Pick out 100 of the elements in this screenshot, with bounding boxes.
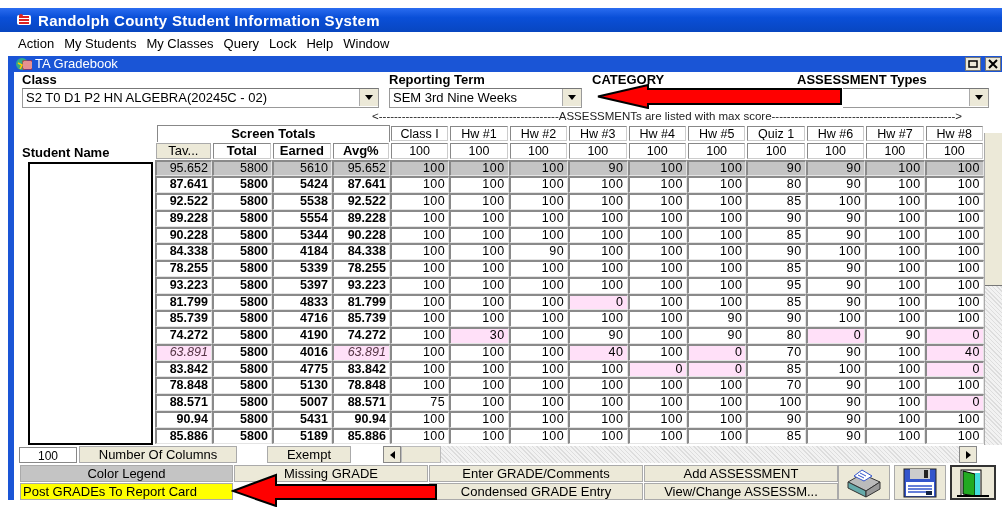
score-cell[interactable]: 100	[508, 394, 569, 411]
score-cell[interactable]: 100	[449, 310, 509, 328]
score-cell[interactable]: 100	[924, 193, 984, 210]
score-cell[interactable]: 100	[389, 377, 450, 395]
scroll-thumb[interactable]	[401, 446, 441, 464]
score-cell[interactable]: 100	[627, 327, 687, 344]
score-cell[interactable]: 100	[508, 327, 569, 344]
score-cell[interactable]: 100	[627, 176, 687, 194]
score-cell[interactable]: 100	[389, 260, 450, 277]
score-cell[interactable]: 75	[389, 394, 450, 411]
score-cell[interactable]: 100	[508, 193, 569, 210]
close-button[interactable]	[985, 56, 1001, 71]
score-cell[interactable]: 85	[746, 260, 806, 277]
score-cell[interactable]: 100	[627, 159, 687, 177]
input-field[interactable]: 100	[19, 446, 77, 463]
score-cell[interactable]: 100	[865, 176, 925, 194]
vertical-scrollbar[interactable]	[984, 132, 1002, 445]
score-cell[interactable]: 100	[686, 377, 747, 395]
number-of-columns-button[interactable]: Number Of Columns	[79, 446, 237, 464]
score-cell[interactable]: 90	[568, 159, 628, 177]
score-cell[interactable]: 90	[686, 310, 747, 328]
exit-button[interactable]	[950, 465, 996, 500]
score-cell[interactable]: 100	[389, 193, 450, 210]
horizontal-scrollbar[interactable]	[383, 446, 977, 464]
score-cell[interactable]: 100	[627, 377, 687, 395]
score-cell[interactable]: 100	[508, 310, 569, 328]
menu-item[interactable]: Action	[14, 35, 59, 51]
score-cell[interactable]: 0	[805, 327, 866, 344]
score-cell[interactable]: 100	[508, 377, 569, 395]
score-cell[interactable]: 100	[627, 243, 687, 261]
score-cell[interactable]: 100	[449, 260, 509, 277]
action-button[interactable]: View/Change ASSESSM...	[644, 483, 838, 500]
score-cell[interactable]: 90	[805, 176, 866, 194]
scroll-thumb[interactable]	[985, 132, 1002, 286]
score-cell[interactable]: 100	[449, 394, 509, 411]
score-cell[interactable]: 100	[568, 310, 628, 328]
action-button[interactable]: Condensed GRADE Entry	[429, 483, 643, 500]
score-cell[interactable]: 100	[389, 310, 450, 328]
score-cell[interactable]: 100	[865, 243, 925, 261]
score-cell[interactable]: 100	[627, 310, 687, 328]
action-button[interactable]: Add ASSESSMENT	[644, 465, 838, 482]
score-cell[interactable]: 100	[568, 260, 628, 277]
score-cell[interactable]: 100	[686, 394, 747, 411]
score-cell[interactable]: 100	[627, 260, 687, 277]
score-cell[interactable]: 90	[508, 243, 569, 261]
score-cell[interactable]: 100	[924, 176, 984, 194]
score-cell[interactable]: 100	[865, 193, 925, 210]
score-cell[interactable]: 100	[924, 243, 984, 261]
score-cell[interactable]: 100	[865, 394, 925, 411]
score-cell[interactable]: 100	[865, 310, 925, 328]
score-cell[interactable]: 90	[805, 377, 866, 395]
score-cell[interactable]: 100	[508, 176, 569, 194]
score-cell[interactable]: 100	[389, 176, 450, 194]
score-cell[interactable]: 100	[686, 176, 747, 194]
score-cell[interactable]: 100	[449, 377, 509, 395]
scroll-left-icon[interactable]	[389, 450, 395, 459]
scroll-right-icon[interactable]	[965, 450, 971, 459]
action-button[interactable]: Color Legend	[20, 465, 233, 482]
score-cell[interactable]: 100	[805, 310, 866, 328]
action-button[interactable]: Post GRADEs To Report Card	[20, 483, 233, 500]
score-cell[interactable]: 100	[389, 159, 450, 177]
score-cell[interactable]: 0	[924, 394, 984, 411]
menu-item[interactable]: Query	[219, 35, 263, 51]
score-cell[interactable]: 100	[449, 159, 509, 177]
score-cell[interactable]: 100	[568, 176, 628, 194]
score-cell[interactable]: 90	[865, 327, 925, 344]
score-cell[interactable]: 100	[865, 159, 925, 177]
score-cell[interactable]: 90	[746, 310, 806, 328]
action-button[interactable]: Missing GRADE	[234, 465, 428, 482]
score-cell[interactable]: 100	[568, 193, 628, 210]
menu-item[interactable]: Window	[339, 35, 394, 51]
menu-item[interactable]: My Students	[60, 35, 141, 51]
score-cell[interactable]: 100	[686, 260, 747, 277]
score-cell[interactable]: 100	[389, 243, 450, 261]
score-cell[interactable]: 100	[924, 159, 984, 177]
dropdown[interactable]	[843, 87, 989, 108]
score-cell[interactable]: 100	[508, 159, 569, 177]
score-cell[interactable]: 100	[686, 159, 747, 177]
restore-button[interactable]	[965, 56, 981, 71]
dropdown[interactable]: S2 T0 D1 P2 HN ALGEBRA(20245C - 02)	[22, 87, 379, 108]
score-cell[interactable]: 100	[686, 193, 747, 210]
action-button[interactable]: Enter GRADE/Comments	[429, 465, 643, 482]
score-cell[interactable]: 100	[627, 394, 687, 411]
dropdown[interactable]: SEM 3rd Nine Weeks	[389, 87, 582, 108]
exempt-button[interactable]: Exempt	[267, 446, 351, 464]
score-cell[interactable]: 100	[924, 310, 984, 328]
score-cell[interactable]: 90	[568, 327, 628, 344]
score-cell[interactable]: 90	[805, 260, 866, 277]
score-cell[interactable]: 0	[924, 327, 984, 344]
score-cell[interactable]: 100	[449, 193, 509, 210]
score-cell[interactable]: 100	[865, 260, 925, 277]
score-cell[interactable]: 100	[568, 243, 628, 261]
score-cell[interactable]: 90	[805, 394, 866, 411]
score-cell[interactable]: 100	[508, 260, 569, 277]
save-button[interactable]	[894, 465, 946, 500]
score-cell[interactable]: 100	[865, 377, 925, 395]
score-cell[interactable]: 90	[805, 159, 866, 177]
score-cell[interactable]: 100	[627, 193, 687, 210]
menu-item[interactable]: Help	[302, 35, 338, 51]
score-cell[interactable]: 100	[449, 243, 509, 261]
